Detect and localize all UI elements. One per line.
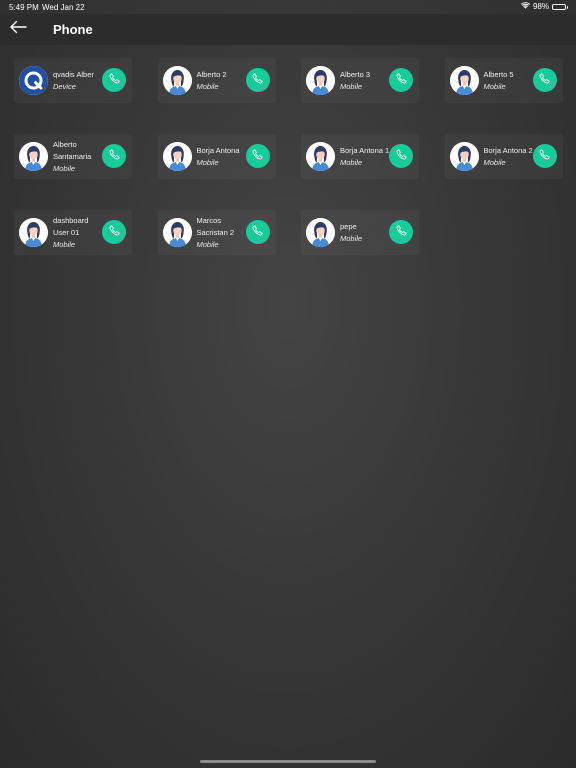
user-avatar: [306, 66, 335, 95]
qvadis-logo: [19, 66, 48, 95]
contact-name: Borja Antona 2: [483, 145, 533, 155]
call-button[interactable]: [389, 144, 413, 168]
phone-icon: [252, 223, 263, 241]
call-button[interactable]: [245, 144, 270, 168]
contact-card[interactable]: Alberto 2 Mobile: [157, 58, 276, 103]
contact-text: Alberto 3 Mobile: [340, 69, 390, 93]
contact-text: qvadis Alber Device: [53, 69, 103, 93]
status-right: 98%: [520, 2, 568, 11]
call-button[interactable]: [102, 144, 126, 168]
contact-card[interactable]: Borja Antona Mobile: [157, 134, 276, 179]
contact-name: Borja Antona: [196, 145, 240, 155]
contact-type: Mobile: [196, 157, 219, 167]
phone-icon: [109, 147, 120, 165]
contact-card[interactable]: qvadis Alber Device: [14, 58, 132, 103]
user-avatar: [19, 142, 48, 171]
call-button[interactable]: [389, 220, 413, 244]
user-avatar: [162, 142, 192, 171]
contact-name: Alberto Santamaria: [53, 139, 92, 161]
contact-text: pepe Mobile: [340, 221, 390, 245]
contact-name: Borja Antona 1: [340, 145, 390, 155]
call-button[interactable]: [532, 68, 557, 92]
call-button[interactable]: [245, 220, 270, 244]
contact-text: Alberto Santamaria Mobile: [53, 139, 103, 175]
contact-type: Mobile: [483, 157, 506, 167]
status-time: 5:49 PM: [9, 3, 39, 12]
arrow-left-icon: [9, 20, 27, 39]
contact-text: Alberto 2 Mobile: [197, 69, 247, 93]
back-button[interactable]: [7, 18, 29, 40]
contact-type: Mobile: [483, 81, 506, 91]
contact-card[interactable]: Alberto 3 Mobile: [301, 58, 419, 103]
contact-text: Alberto 5 Mobile: [484, 69, 534, 93]
contact-type: Mobile: [340, 81, 363, 91]
status-bar: 5:49 PM Wed Jan 22 98%: [0, 0, 576, 14]
contact-name: Alberto 5: [483, 69, 514, 79]
user-avatar: [306, 142, 335, 171]
contact-type: Mobile: [196, 239, 219, 249]
contact-name: Marcos Sacristan 2: [196, 215, 235, 237]
phone-icon: [539, 71, 550, 89]
phone-icon: [252, 147, 263, 165]
contact-name: Alberto 3: [340, 69, 371, 79]
contact-card[interactable]: Borja Antona 1 Mobile: [301, 134, 419, 179]
user-avatar: [162, 218, 192, 247]
status-date: Wed Jan 22: [42, 3, 85, 12]
contact-card[interactable]: dashboard User 01 Mobile: [14, 210, 132, 255]
phone-icon: [396, 223, 407, 241]
top-bar: Phone: [0, 14, 576, 45]
call-button[interactable]: [389, 68, 413, 92]
phone-icon: [396, 147, 407, 165]
home-indicator[interactable]: [200, 760, 376, 763]
contact-text: Borja Antona 1 Mobile: [340, 145, 390, 169]
contact-name: qvadis Alber: [53, 69, 94, 79]
user-avatar: [449, 66, 479, 95]
contact-text: dashboard User 01 Mobile: [53, 215, 103, 251]
contact-text: Borja Antona Mobile: [197, 145, 247, 169]
call-button[interactable]: [532, 144, 557, 168]
contact-card[interactable]: Borja Antona 2 Mobile: [444, 134, 563, 179]
contact-card[interactable]: Alberto Santamaria Mobile: [14, 134, 132, 179]
contact-type: Mobile: [340, 157, 363, 167]
contact-type: Mobile: [196, 81, 219, 91]
phone-icon: [539, 147, 550, 165]
battery-percent: 98%: [532, 2, 549, 11]
contact-type: Mobile: [340, 233, 363, 243]
phone-icon: [396, 71, 407, 89]
contact-card[interactable]: pepe Mobile: [301, 210, 419, 255]
contact-text: Borja Antona 2 Mobile: [484, 145, 534, 169]
phone-icon: [109, 223, 120, 241]
wifi-icon: [520, 2, 530, 11]
contact-text: Marcos Sacristan 2 Mobile: [197, 215, 247, 251]
contact-name: dashboard User 01: [53, 215, 89, 237]
contact-grid: qvadis Alber Device Alberto 2 Mobile Alb…: [14, 58, 563, 255]
user-avatar: [449, 142, 479, 171]
phone-icon: [109, 71, 120, 89]
contact-card[interactable]: Alberto 5 Mobile: [444, 58, 563, 103]
call-button[interactable]: [102, 68, 126, 92]
contact-name: pepe: [340, 221, 357, 231]
call-button[interactable]: [102, 220, 126, 244]
phone-icon: [252, 71, 263, 89]
call-button[interactable]: [245, 68, 270, 92]
contact-name: Alberto 2: [196, 69, 227, 79]
user-avatar: [19, 218, 48, 247]
contact-type: Mobile: [53, 163, 76, 173]
user-avatar: [306, 218, 335, 247]
battery-icon: [552, 3, 568, 10]
contact-type: Mobile: [53, 239, 76, 249]
contact-card[interactable]: Marcos Sacristan 2 Mobile: [157, 210, 276, 255]
contact-type: Device: [53, 81, 76, 91]
page-title: Phone: [53, 22, 93, 37]
user-avatar: [162, 66, 192, 95]
